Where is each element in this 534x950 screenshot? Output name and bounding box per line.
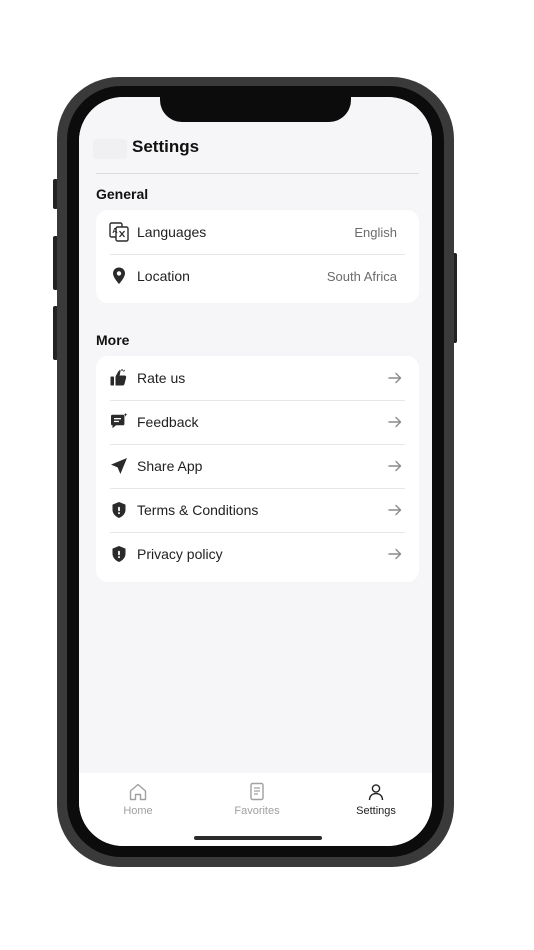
tab-label: Home [123,805,153,817]
tab-label: Settings [356,805,396,817]
arrow-right-icon [388,548,402,560]
home-icon [129,783,147,801]
feedback-icon [109,412,129,432]
more-card: Rate us Feedback Share App Terms & Condi… [96,356,419,582]
settings-row-privacy[interactable]: Privacy policy [96,532,419,576]
arrow-right-icon [388,416,402,428]
user-icon [368,784,384,801]
book-icon [250,782,264,801]
settings-row-label: Feedback [137,414,199,430]
arrow-right-icon [388,372,402,384]
settings-row-label: Terms & Conditions [137,502,259,518]
settings-row-location[interactable]: Location South Africa [96,254,419,298]
send-icon [109,456,129,476]
settings-row-label: Languages [137,224,207,240]
page-title: Settings [132,137,200,156]
settings-row-label: Rate us [137,370,186,386]
header-divider [96,173,419,174]
back-button-placeholder[interactable] [93,139,127,159]
tab-settings[interactable]: Settings [336,781,416,817]
section-title-general: General [96,186,149,202]
thumbs-up-icon [109,368,129,388]
settings-row-label: Location [137,268,190,284]
shield-icon [109,544,129,564]
settings-row-terms[interactable]: Terms & Conditions [96,488,419,532]
svg-text:A: A [112,226,118,235]
arrow-right-icon [388,504,402,516]
settings-row-rate-us[interactable]: Rate us [96,356,419,400]
location-pin-icon [109,266,129,286]
settings-row-value: English [354,224,397,240]
phone-notch [160,86,351,122]
settings-row-label: Share App [137,458,203,474]
settings-row-label: Privacy policy [137,546,223,562]
home-indicator[interactable] [194,836,322,840]
shield-icon [109,500,129,520]
settings-row-languages[interactable]: A Languages English [96,210,419,254]
general-card: A Languages English Location South Afric… [96,210,419,303]
arrow-right-icon [388,460,402,472]
tab-home[interactable]: Home [98,781,178,817]
app-screen: Settings General A Languages English Loc… [79,97,432,846]
tab-favorites[interactable]: Favorites [217,781,297,817]
translate-icon: A [109,222,129,242]
settings-row-value: South Africa [326,268,397,284]
section-title-more: More [96,332,130,348]
settings-row-feedback[interactable]: Feedback [96,400,419,444]
tab-label: Favorites [234,805,280,817]
settings-row-share-app[interactable]: Share App [96,444,419,488]
